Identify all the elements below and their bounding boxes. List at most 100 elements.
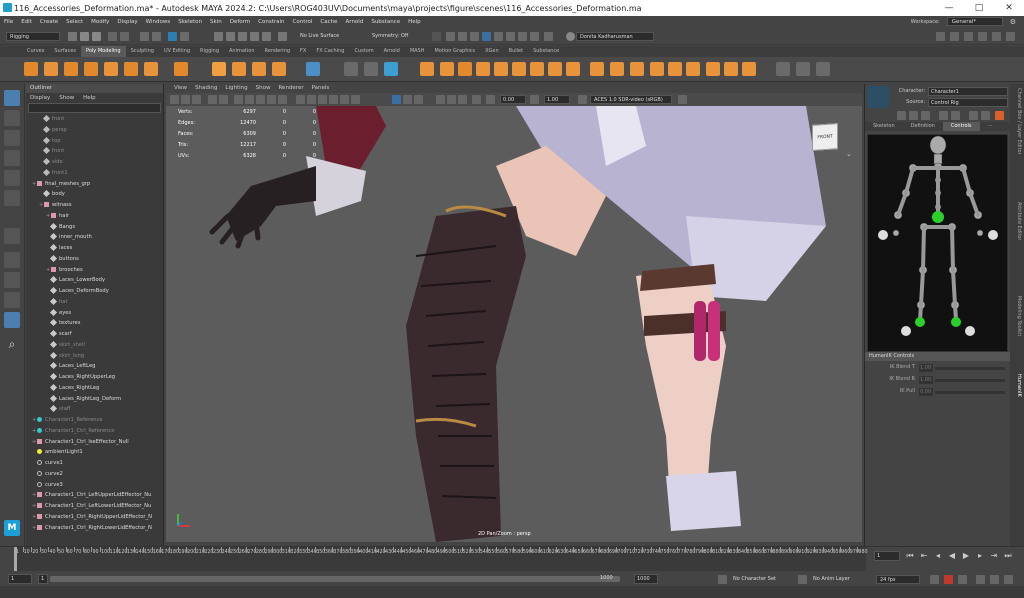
outliner-item[interactable]: buttons [26,254,163,265]
shelf-tab-xgen[interactable]: XGen [480,46,504,57]
outliner-item[interactable]: front [26,146,163,157]
side-tab-humanik[interactable]: HumanIK [1012,374,1022,397]
camera-attributes-icon[interactable] [181,95,190,104]
poly-cube-icon[interactable] [44,62,58,76]
hik-tool-7-icon[interactable] [981,111,990,120]
outliner-item[interactable]: + Character1_Ctrl_LeftUpperLidEffector_Nu [26,490,163,501]
shelf-tab-substance[interactable]: Substance [528,46,564,57]
poly-cone-icon[interactable] [84,62,98,76]
poly-disc-icon[interactable] [144,62,158,76]
outliner-menu-show[interactable]: Show [59,93,74,103]
hik-slider[interactable]: IK Blend T 1.00 [869,364,1009,374]
start-time-field[interactable]: 1 [8,574,32,584]
source-dropdown[interactable]: Control Rig [928,98,1008,107]
outliner-item[interactable]: Laces_LeftLeg [26,361,163,372]
sign-in-icon[interactable] [544,32,553,41]
outliner-item[interactable]: staff [26,404,163,415]
use-lights-icon[interactable] [340,95,349,104]
viewport-menu-lighting[interactable]: Lighting [225,84,247,93]
shelf-tab-fx[interactable]: FX [295,46,311,57]
arnold-stop-icon[interactable] [530,32,539,41]
bookmark-icon[interactable] [192,95,201,104]
wedge-icon[interactable] [724,62,738,76]
poly-torus-icon[interactable] [104,62,118,76]
outliner-item[interactable]: + hair [26,211,163,222]
outliner-item[interactable]: + brooches [26,265,163,276]
move-tool-icon[interactable] [4,150,20,166]
scale-tool-icon[interactable] [4,190,20,206]
time-slider-track[interactable]: 1 10 20 30 40 50 60 70 80 90 100 110 120 130 140 150 160… [14,547,868,571]
hik-tool-8-icon[interactable] [995,111,1004,120]
select-by-type-icon[interactable] [168,32,177,41]
outliner-item[interactable]: skirt_long [26,351,163,362]
hik-tool-3-icon[interactable] [921,111,930,120]
close-button[interactable]: ✕ [994,0,1024,16]
xray-joints-icon[interactable] [414,95,423,104]
gamma-field[interactable]: 1.00 [544,95,570,104]
menu-select[interactable]: Select [62,19,87,25]
history-icon[interactable] [432,32,441,41]
attribute-editor-toggle-icon[interactable] [964,32,973,41]
sweep-grid-icon[interactable] [306,62,320,76]
step-back-key-button[interactable]: ⇤ [918,550,930,562]
poke-icon[interactable] [706,62,720,76]
outliner-item[interactable]: + witnass [26,200,163,211]
shelf-tab-uv-editing[interactable]: UV Editing [159,46,195,57]
quad-draw-icon[interactable] [650,62,664,76]
outliner-item[interactable]: laces [26,243,163,254]
arnold-render-icon[interactable] [506,32,515,41]
platonic-solid-icon[interactable] [174,62,188,76]
outliner-item[interactable]: ambientLight1 [26,447,163,458]
film-gate-icon[interactable] [234,95,243,104]
play-forwards-button[interactable]: ▶ [960,550,972,562]
shelf-tab-bullet[interactable]: Bullet [504,46,528,57]
menu-skin[interactable]: Skin [206,19,226,25]
render-settings-icon[interactable] [470,32,479,41]
anti-aliasing-icon[interactable] [458,95,467,104]
append-icon[interactable] [548,62,562,76]
current-frame-field[interactable]: 1 [874,551,900,561]
search-icon[interactable]: ⌕ [4,336,20,352]
ipr-render-icon[interactable] [458,32,467,41]
outliner-item[interactable]: Laces_RightLeg_Deform [26,394,163,405]
outliner-item[interactable]: curve3 [26,480,163,491]
outliner-item[interactable]: eyes [26,308,163,319]
shelf-tab-curves[interactable]: Curves [22,46,49,57]
shelf-tab-surfaces[interactable]: Surfaces [49,46,81,57]
hik-slider[interactable]: IK Blend R 1.00 [869,376,1009,386]
offset-edge-loop-icon[interactable] [686,62,700,76]
workspace-dropdown[interactable]: General* [946,17,1003,26]
anim-layer-icon[interactable] [798,575,807,584]
channel-box-toggle-icon[interactable] [992,32,1001,41]
shelf-tab-arnold[interactable]: Arnold [379,46,405,57]
shelf-tab-rendering[interactable]: Rendering [260,46,296,57]
panel-layout-icon[interactable] [678,95,687,104]
smooth-shade-icon[interactable] [307,95,316,104]
hik-tab-controls[interactable]: Controls [942,122,980,131]
snap-view-icon[interactable] [250,32,259,41]
persp-graph-layout-icon[interactable] [4,312,20,328]
viewport-menu-panels[interactable]: Panels [312,84,330,93]
motion-blur-icon[interactable] [447,95,456,104]
boolean-union-icon[interactable] [420,62,434,76]
outliner-item[interactable]: + Character1_Ctrl_Reference [26,426,163,437]
viewport-menu-show[interactable]: Show [256,84,271,93]
menu-control[interactable]: Control [289,19,317,25]
isolate-select-icon[interactable] [392,95,401,104]
side-tab-attribute-editor[interactable]: Attribute Editor [1012,202,1022,240]
target-weld-icon[interactable] [610,62,624,76]
workspace-settings-icon[interactable]: ⚙ [1006,18,1020,26]
snap-curve-icon[interactable] [226,32,235,41]
xray-icon[interactable] [403,95,412,104]
uv-editor-icon[interactable] [816,62,830,76]
redo-icon[interactable] [120,32,129,41]
screen-space-ao-icon[interactable] [436,95,445,104]
exposure-icon[interactable] [486,95,495,104]
uv-planar-icon[interactable] [776,62,790,76]
color-management-icon[interactable] [578,95,587,104]
fill-hole-icon[interactable] [566,62,580,76]
shelf-tab-rigging[interactable]: Rigging [195,46,224,57]
outliner-item[interactable]: + Character1_Ctrl_IseEffector_Null [26,437,163,448]
go-to-end-button[interactable]: ⏭ [1002,550,1014,562]
boolean-difference-icon[interactable] [440,62,454,76]
